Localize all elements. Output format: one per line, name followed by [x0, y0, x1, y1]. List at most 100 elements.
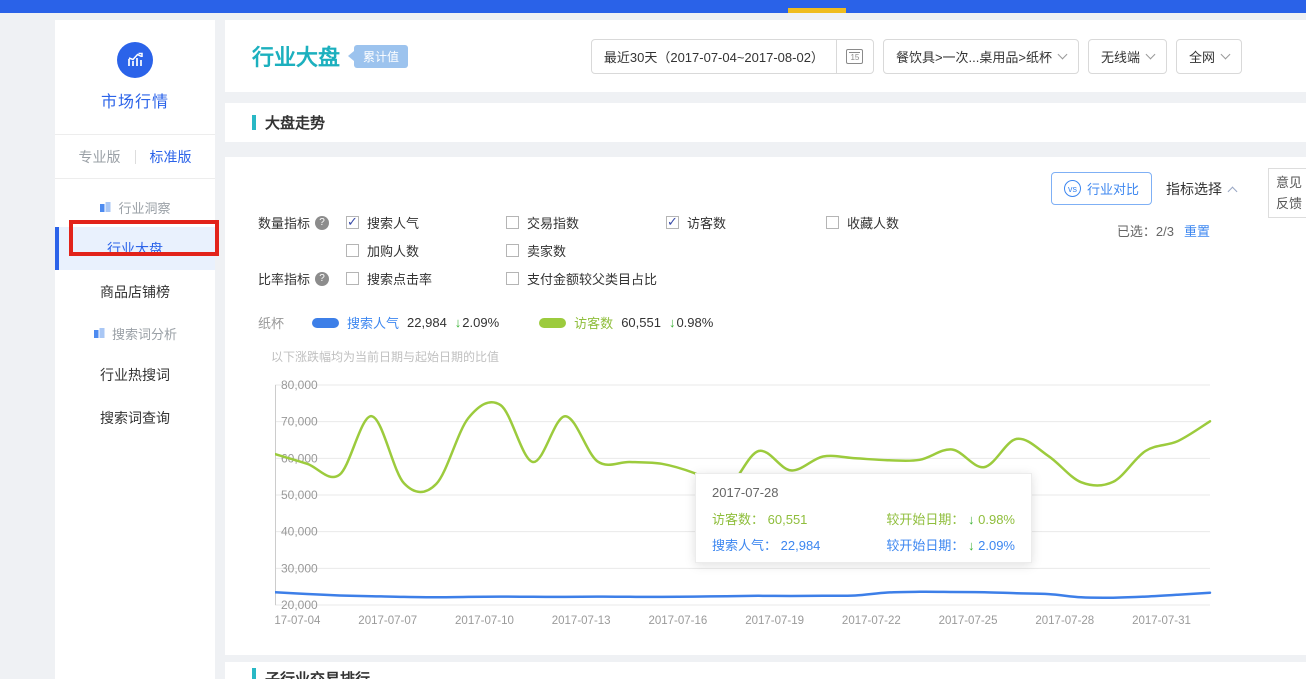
row-label-text: 数量指标: [258, 213, 310, 232]
vs-icon: vs: [1064, 180, 1081, 197]
sidebar-item-product-shop-ranking[interactable]: 商品店铺榜: [55, 270, 215, 313]
selected-count-row: 已选：2/3 重置: [1117, 221, 1210, 240]
checkbox-box: [506, 216, 519, 229]
legend-series-change: 2.09%: [462, 315, 499, 330]
svg-text:70,000: 70,000: [281, 415, 318, 429]
visitor-count-legend-pill[interactable]: [539, 318, 566, 328]
reset-link[interactable]: 重置: [1184, 221, 1210, 240]
tooltip-value: 22,984: [781, 538, 821, 553]
svg-text:2017-07-22: 2017-07-22: [842, 615, 901, 627]
terminal-dropdown[interactable]: 无线端: [1088, 39, 1167, 74]
selected-count: 已选：2/3: [1117, 221, 1174, 240]
chevron-down-icon: [1146, 49, 1156, 59]
chart-note: 以下涨跌幅均为当前日期与起始日期的比值: [271, 348, 1306, 365]
sidebar: 市场行情 专业版 标准版 行业洞察 行业大盘 商品店铺榜: [55, 20, 215, 679]
checkbox-payment-vs-parent-category[interactable]: 支付金额较父类目占比: [506, 269, 826, 288]
checkbox-label: 交易指数: [527, 213, 579, 232]
tooltip-ref-label: 较开始日期：: [886, 538, 964, 553]
date-range-picker[interactable]: 最近30天（2017-07-04~2017-08-02） 15: [591, 39, 874, 74]
next-section-title: 子行业交易排行: [265, 668, 370, 679]
tooltip-row-search: 搜索人气： 22,984 较开始日期： 2.09%: [712, 535, 1015, 554]
svg-text:40,000: 40,000: [281, 525, 318, 539]
trend-chart-logo-icon: [117, 42, 153, 78]
version-tabs: 专业版 标准版: [55, 135, 215, 179]
sidebar-item-search-term-query[interactable]: 搜索词查询: [55, 396, 215, 439]
svg-text:2017-07-10: 2017-07-10: [455, 615, 514, 627]
svg-text:2017-07-13: 2017-07-13: [552, 615, 611, 627]
tooltip-row-visitors: 访客数： 60,551 较开始日期： 0.98%: [712, 509, 1015, 528]
scope-dropdown[interactable]: 全网: [1176, 39, 1242, 74]
legend-series-name: 搜索人气: [347, 313, 399, 332]
calendar-cell[interactable]: 15: [837, 49, 873, 64]
checkbox-favorite-count[interactable]: 收藏人数: [826, 213, 986, 232]
page-header: 行业大盘 累计值 最近30天（2017-07-04~2017-08-02） 15…: [225, 20, 1306, 92]
compare-button-label: 行业对比: [1087, 179, 1139, 198]
chevron-down-icon: [1221, 49, 1231, 59]
svg-text:2017-07-16: 2017-07-16: [648, 615, 707, 627]
tooltip-change: 2.09%: [978, 538, 1015, 553]
cumulative-value-badge: 累计值: [354, 45, 408, 68]
checkbox-cart-add-count[interactable]: 加购人数: [346, 241, 506, 260]
down-arrow-icon: [455, 315, 462, 330]
checkbox-box: [666, 216, 679, 229]
checkbox-search-popularity[interactable]: 搜索人气: [346, 213, 506, 232]
search-popularity-legend-pill[interactable]: [312, 318, 339, 328]
checkbox-box: [346, 244, 359, 257]
legend-category: 纸杯: [258, 313, 284, 332]
legend-series-value: 22,984: [407, 315, 447, 330]
svg-text:2017-07-28: 2017-07-28: [1035, 615, 1094, 627]
tooltip-ref-label: 较开始日期：: [886, 512, 964, 527]
sidebar-item-industry-dashboard[interactable]: 行业大盘: [55, 227, 215, 270]
checkbox-label: 加购人数: [367, 241, 419, 260]
tooltip-value: 60,551: [768, 512, 808, 527]
section-header: 大盘走势: [225, 103, 1306, 142]
tooltip-change: 0.98%: [978, 512, 1015, 527]
active-tab-indicator: [788, 8, 846, 13]
svg-text:2017-07-31: 2017-07-31: [1132, 615, 1191, 627]
section-marker: [252, 668, 256, 679]
legend-series-name: 访客数: [574, 313, 613, 332]
category-dropdown[interactable]: 餐饮具>一次...桌用品>纸杯: [883, 39, 1079, 74]
svg-text:2017-07-04: 2017-07-04: [275, 615, 321, 627]
compare-controls: vs 行业对比 指标选择: [1051, 172, 1236, 205]
tab-standard[interactable]: 标准版: [150, 147, 192, 167]
industry-compare-button[interactable]: vs 行业对比: [1051, 172, 1152, 205]
row-label-text: 比率指标: [258, 269, 310, 288]
chevron-down-icon: [1058, 49, 1068, 59]
trend-chart[interactable]: 20,00030,00040,00050,00060,00070,00080,0…: [275, 375, 1215, 632]
category-value: 餐饮具>一次...桌用品>纸杯: [896, 47, 1052, 66]
menu-group-industry-insight: 行业洞察: [55, 187, 215, 227]
down-arrow-icon: [968, 538, 975, 553]
metric-select-toggle[interactable]: 指标选择: [1166, 179, 1236, 199]
calendar-icon: 15: [846, 49, 863, 64]
sidebar-item-industry-hot-search[interactable]: 行业热搜词: [55, 353, 215, 396]
feedback-tab[interactable]: 意见 反馈: [1268, 168, 1306, 218]
down-arrow-icon: [669, 315, 676, 330]
sidebar-item-label: 行业大盘: [107, 239, 163, 259]
svg-text:2017-07-07: 2017-07-07: [358, 615, 417, 627]
app-title: 市场行情: [55, 88, 215, 135]
tooltip-date: 2017-07-28: [712, 485, 1015, 500]
down-arrow-icon: [968, 512, 975, 527]
quantity-metrics-label: 数量指标 ?: [258, 213, 346, 232]
page-title: 行业大盘: [252, 40, 340, 72]
legend-series-value: 60,551: [621, 315, 661, 330]
chart-legend: 纸杯 搜索人气 22,984 2.09% 访客数 60,551 0.98%: [258, 313, 1306, 332]
checkbox-box: [346, 272, 359, 285]
app-logo: [55, 20, 215, 78]
svg-text:50,000: 50,000: [281, 488, 318, 502]
checkbox-search-ctr[interactable]: 搜索点击率: [346, 269, 506, 288]
checkbox-seller-count[interactable]: 卖家数: [506, 241, 666, 260]
svg-text:2017-07-25: 2017-07-25: [939, 615, 998, 627]
checkbox-label: 卖家数: [527, 241, 566, 260]
help-icon[interactable]: ?: [315, 216, 329, 230]
help-icon[interactable]: ?: [315, 272, 329, 286]
tab-professional[interactable]: 专业版: [79, 147, 121, 167]
terminal-value: 无线端: [1101, 47, 1140, 66]
checkbox-box: [506, 244, 519, 257]
date-range-text: 最近30天（2017-07-04~2017-08-02）: [592, 47, 836, 66]
checkbox-label: 搜索人气: [367, 213, 419, 232]
checkbox-transaction-index[interactable]: 交易指数: [506, 213, 666, 232]
market-intelligence-page: 市场行情 专业版 标准版 行业洞察 行业大盘 商品店铺榜: [0, 0, 1306, 679]
checkbox-visitor-count[interactable]: 访客数: [666, 213, 826, 232]
